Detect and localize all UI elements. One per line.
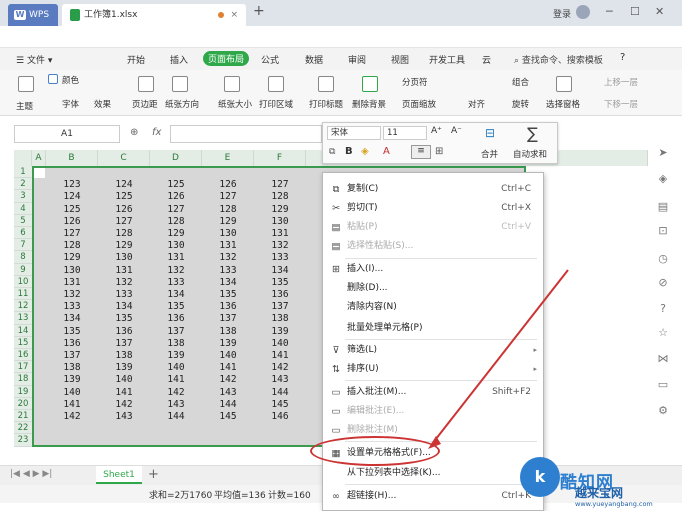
annotation-arrow [428, 269, 569, 449]
watermark-url: www.yueyangbang.com [575, 500, 653, 508]
watermark-site-name: 越来宝网 [575, 486, 624, 500]
watermark-logo: k [520, 457, 560, 497]
